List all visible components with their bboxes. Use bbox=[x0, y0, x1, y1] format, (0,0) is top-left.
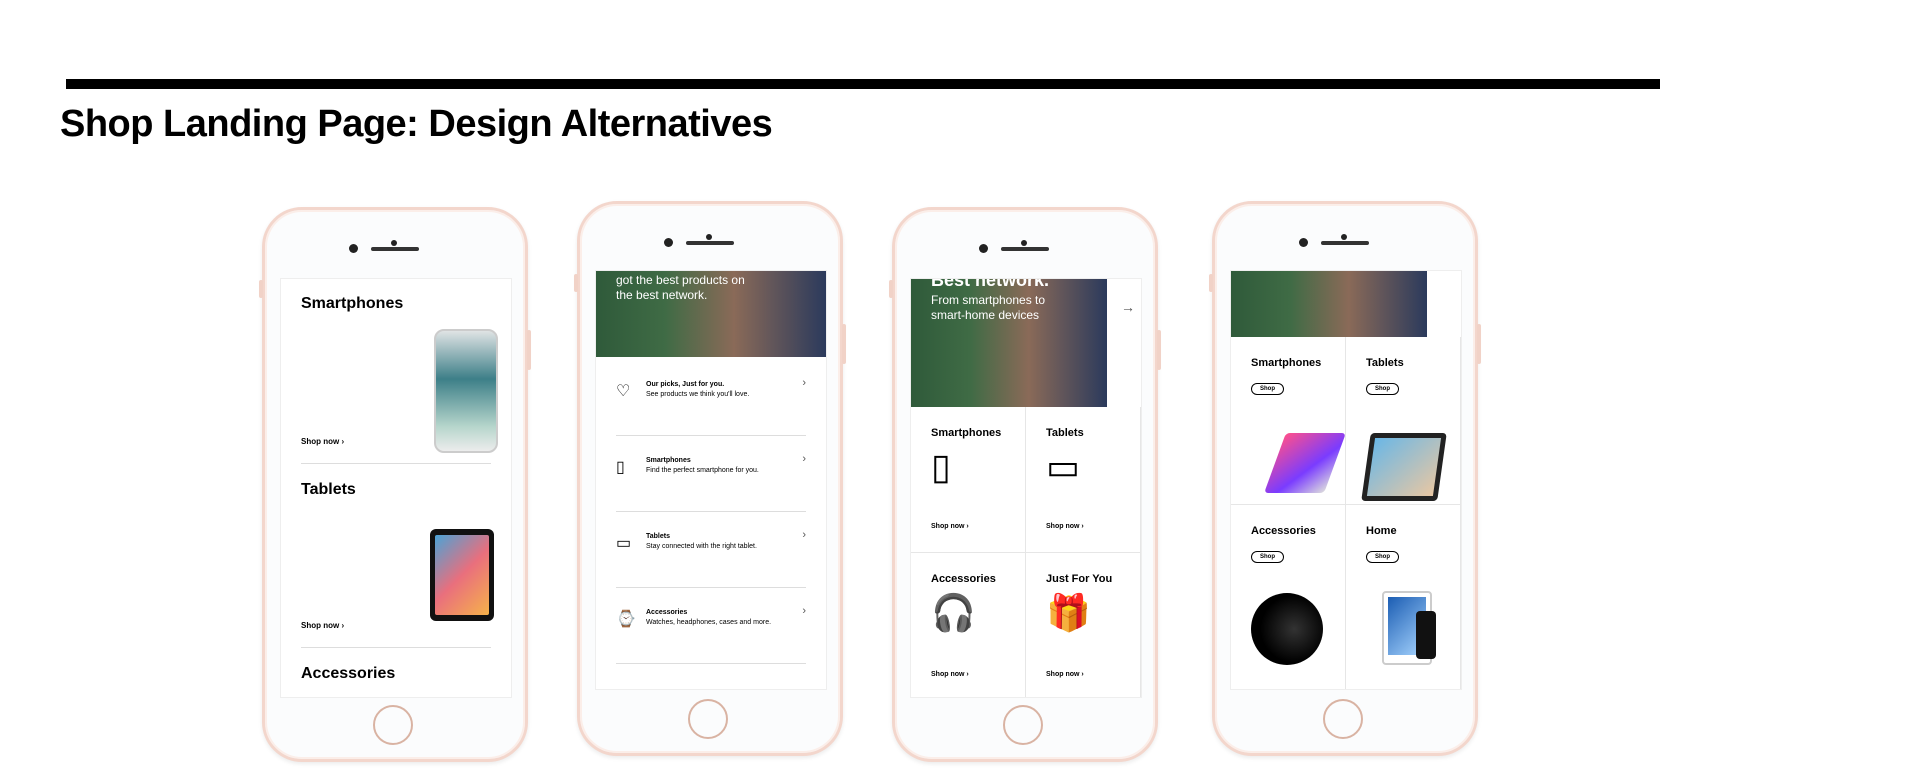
headphones-icon: 🎧 bbox=[931, 592, 976, 633]
smartphone-image bbox=[434, 329, 498, 453]
section-heading: Smartphones bbox=[301, 295, 404, 312]
phone-mockup-2: got the best products on the best networ… bbox=[574, 201, 846, 756]
heart-icon: ♡ bbox=[616, 383, 631, 400]
smartphone-icon: ▯ bbox=[931, 446, 951, 487]
camera-icon bbox=[349, 244, 358, 253]
list-item[interactable]: ⌚ Accessories Watches, headphones, cases… bbox=[616, 587, 806, 664]
camera-icon bbox=[979, 244, 988, 253]
category-cell[interactable]: Accessories 🎧 Shop now › bbox=[911, 553, 1026, 697]
home-button bbox=[688, 699, 728, 739]
tablet-image bbox=[430, 529, 494, 621]
phone3-screen: Best network. From smartphones to smart-… bbox=[910, 278, 1142, 698]
home-button bbox=[1003, 705, 1043, 745]
shop-now-link[interactable]: Shop now › bbox=[931, 523, 969, 530]
section-heading: Tablets bbox=[301, 481, 356, 498]
hero-text: got the best products on the best networ… bbox=[616, 273, 745, 302]
chevron-right-icon: › bbox=[802, 605, 806, 617]
headphones-image bbox=[1251, 593, 1323, 665]
camera-icon bbox=[1299, 238, 1308, 247]
category-cell[interactable]: Tablets Shop bbox=[1346, 337, 1461, 505]
section-heading: Accessories bbox=[301, 665, 396, 682]
category-cell[interactable]: Home Shop bbox=[1346, 505, 1461, 689]
shop-now-link[interactable]: Shop now › bbox=[301, 621, 344, 630]
shop-now-link[interactable]: Shop now › bbox=[931, 671, 969, 678]
category-cell[interactable]: Accessories Shop bbox=[1231, 505, 1346, 689]
shop-now-link[interactable]: Shop now › bbox=[301, 437, 344, 446]
hero-banner: Best network. From smartphones to smart-… bbox=[911, 279, 1107, 407]
chevron-right-icon: › bbox=[802, 377, 806, 389]
arrow-right-icon[interactable]: → bbox=[1121, 299, 1135, 315]
category-cell[interactable]: Smartphones Shop bbox=[1231, 337, 1346, 505]
shop-now-link[interactable]: Shop now › bbox=[1046, 523, 1084, 530]
shop-button[interactable]: Shop bbox=[1251, 551, 1284, 563]
category-cell[interactable]: Just For You 🎁 Shop now › bbox=[1026, 553, 1141, 697]
home-button bbox=[373, 705, 413, 745]
chevron-right-icon: › bbox=[802, 529, 806, 541]
tablet-icon: ▭ bbox=[616, 535, 632, 552]
header-rule bbox=[66, 79, 1660, 89]
camera-icon bbox=[664, 238, 673, 247]
list-item[interactable]: ▭ Tablets Stay connected with the right … bbox=[616, 511, 806, 588]
category-cell[interactable]: Tablets ▭ Shop now › bbox=[1026, 407, 1141, 553]
gift-icon: 🎁 bbox=[1046, 592, 1091, 633]
tablet-icon: ▭ bbox=[1046, 446, 1081, 487]
page-title: Shop Landing Page: Design Alternatives bbox=[60, 103, 773, 145]
phone1-screen: Smartphones Shop now › Tablets Shop now … bbox=[280, 278, 512, 698]
smartphone-icon: ▯ bbox=[616, 459, 625, 476]
hero-title: Best network. bbox=[931, 278, 1050, 290]
category-cell[interactable]: Smartphones ▯ Shop now › bbox=[911, 407, 1026, 553]
shop-button[interactable]: Shop bbox=[1251, 383, 1284, 395]
home-button bbox=[1323, 699, 1363, 739]
phone4-screen: Smartphones Shop Tablets Shop Accessorie… bbox=[1230, 270, 1462, 690]
hero-banner bbox=[1231, 271, 1427, 337]
list-item[interactable]: ♡ Our picks, Just for you. See products … bbox=[616, 359, 806, 436]
chevron-right-icon: › bbox=[802, 453, 806, 465]
shop-button[interactable]: Shop bbox=[1366, 551, 1399, 563]
phone-mockup-3: Best network. From smartphones to smart-… bbox=[889, 207, 1161, 762]
shop-button[interactable]: Shop bbox=[1366, 383, 1399, 395]
phone2-screen: got the best products on the best networ… bbox=[595, 270, 827, 690]
phone-mockup-4: Smartphones Shop Tablets Shop Accessorie… bbox=[1209, 201, 1481, 756]
watch-icon: ⌚ bbox=[616, 611, 636, 628]
shop-now-link[interactable]: Shop now › bbox=[1046, 671, 1084, 678]
tablet-image bbox=[1361, 433, 1447, 501]
phone-mockup-1: Smartphones Shop now › Tablets Shop now … bbox=[259, 207, 531, 762]
hero-banner: got the best products on the best networ… bbox=[596, 271, 826, 357]
hero-subtitle: From smartphones to smart-home devices bbox=[931, 293, 1046, 322]
smartphone-image bbox=[1264, 433, 1346, 493]
list-item[interactable]: ▯ Smartphones Find the perfect smartphon… bbox=[616, 435, 806, 512]
